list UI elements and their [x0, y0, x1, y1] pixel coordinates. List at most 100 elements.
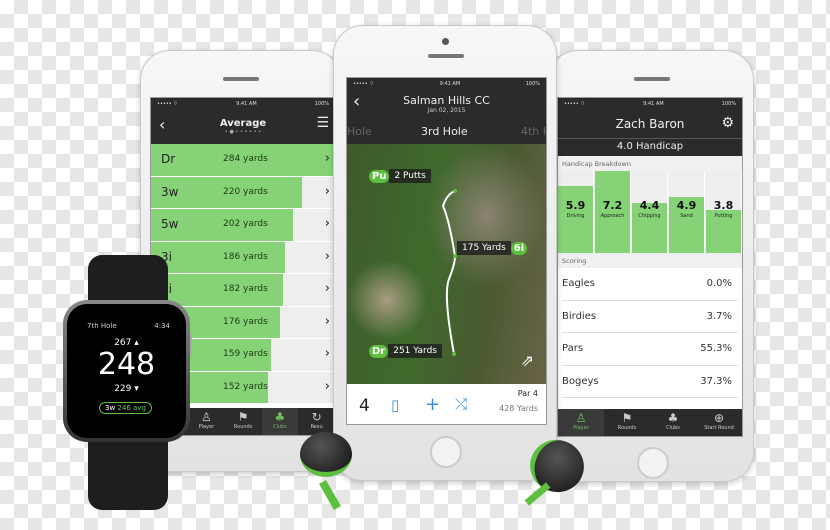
tab-label: Rounds: [617, 425, 637, 431]
next-hole[interactable]: 4th H: [521, 125, 546, 138]
scoring-label: Eagles: [562, 278, 595, 290]
tab-clubs[interactable]: ♣ Clubs: [261, 408, 299, 435]
gear-icon[interactable]: ⚙: [721, 115, 734, 131]
club-label: 5w: [161, 217, 179, 231]
breakdown-label: Putting: [714, 213, 733, 219]
chevron-right-icon: ›: [324, 183, 330, 199]
menu-icon[interactable]: ☰: [316, 115, 329, 131]
watch-hole: 7th Hole: [87, 322, 117, 330]
sensor-right-screw: [524, 482, 551, 506]
header: Zach Baron ⚙: [558, 109, 742, 139]
person-icon: ♙: [200, 410, 212, 424]
shuffle-icon[interactable]: ⤮: [455, 395, 467, 413]
tab-rounds[interactable]: ⚑ Rounds: [225, 408, 262, 435]
breakdown-value: 5.9: [565, 199, 586, 212]
shot-label: 2 Putts: [389, 169, 431, 183]
battery: 100%: [525, 80, 540, 87]
tab-label: Player: [573, 425, 589, 431]
club-row[interactable]: 3w 220 yards ›: [151, 176, 335, 209]
club-average[interactable]: 3w 246 avg: [99, 402, 152, 414]
chevron-right-icon: ›: [324, 346, 330, 361]
breakdown-chipping: 4.4 Chipping: [632, 171, 668, 253]
speaker: [428, 54, 464, 58]
home-button[interactable]: [430, 436, 462, 468]
shot-label: 175 Yards: [457, 241, 511, 255]
breakdown-sand: 4.9 Sand: [669, 171, 705, 253]
tab-player[interactable]: ♙ Player: [188, 408, 225, 435]
status-bar: ••••• ⌔ 9:41 AM 100%: [558, 98, 742, 109]
club-yards: 202 yards: [223, 219, 268, 229]
breakdown-value: 7.2: [602, 199, 623, 212]
avg: 246 avg: [117, 404, 146, 412]
sensor-left: [300, 432, 352, 477]
scorecard-icon[interactable]: ▯: [391, 396, 399, 414]
min-value: 229: [114, 384, 132, 394]
battery: 100%: [721, 100, 736, 107]
prev-hole[interactable]: Hole: [347, 125, 372, 138]
tab-label: Rounds: [233, 424, 253, 430]
club-yards: 220 yards: [223, 186, 268, 197]
handicap-breakdown: 5.9 Driving 7.2 Approach 4.4 Chipping 4.9 Sand 3…: [558, 171, 742, 253]
shot-marker[interactable]: 175 Yards 6i: [457, 241, 528, 255]
scoring-value: 37.3%: [700, 375, 732, 387]
chevron-right-icon: ›: [324, 248, 330, 264]
club-row[interactable]: 3i 186 yards ›: [151, 241, 335, 274]
tab-label: Start Round: [704, 425, 734, 431]
shot-label: 251 Yards: [388, 344, 442, 358]
back-icon[interactable]: ‹: [353, 91, 360, 112]
chevron-right-icon: ›: [324, 216, 330, 231]
breakdown-putting: 3.8 Putting: [706, 171, 742, 253]
flag-icon: ⚑: [237, 410, 249, 424]
status-bar: ••••• ⌔ 9:41 AM 100%: [151, 98, 335, 109]
club-row[interactable]: Dr 284 yards ›: [151, 144, 335, 177]
home-button[interactable]: [637, 447, 669, 479]
scoring-label: Birdies: [562, 310, 597, 322]
chevron-right-icon: ›: [324, 151, 330, 166]
shot-marker[interactable]: Dr 251 Yards: [369, 344, 442, 358]
plus-circle-icon: ⊕: [713, 411, 725, 425]
plus-icon[interactable]: +: [425, 394, 440, 415]
club-row[interactable]: 4i182 yards›: [151, 274, 335, 307]
back-icon[interactable]: ‹: [159, 115, 165, 134]
course-map[interactable]: Pu 2 Putts 175 Yards 6i Dr 251 Yards ⇗: [347, 144, 546, 384]
current-hole: 3rd Hole: [421, 125, 468, 138]
tab-player[interactable]: ♙ Player: [558, 409, 604, 436]
breakdown-driving: 5.9 Driving: [558, 171, 594, 253]
center-distance: 248: [97, 347, 156, 382]
tab-label: Clubs: [272, 424, 287, 430]
club: 3w: [105, 404, 116, 412]
scoring-row[interactable]: Birdies 3.7%: [562, 301, 738, 333]
time: 9:41 AM: [236, 100, 257, 107]
breakdown-label: Chipping: [638, 213, 661, 219]
watch-screen: 7th Hole 4:34 267 ▴ 248 229 ▾ 3w 246 avg: [67, 304, 186, 438]
signal: ••••• ⌔: [157, 100, 179, 107]
scoring-row[interactable]: Bogeys 37.3%: [562, 366, 738, 398]
breakdown-label: Approach: [600, 213, 625, 219]
club-row[interactable]: 5w 202 yards ›: [151, 209, 335, 242]
shot-marker[interactable]: Pu 2 Putts: [369, 169, 431, 183]
club-yards: 152 yards: [223, 381, 268, 392]
scoring-row[interactable]: Pars 55.3%: [562, 333, 738, 366]
breakdown-label: Driving: [566, 213, 585, 219]
speaker: [634, 77, 670, 81]
sprout-icon: ♣: [274, 410, 286, 424]
tab-clubs[interactable]: ♣ Clubs: [650, 409, 696, 436]
camera: [442, 38, 449, 45]
share-icon[interactable]: ⇗: [521, 351, 534, 370]
min-distance: 229 ▾: [114, 384, 139, 394]
stroke-count: 4: [359, 396, 370, 416]
speaker: [223, 77, 259, 81]
hole-selector: Hole 3rd Hole 4th H: [347, 119, 546, 144]
breakdown-value: 4.4: [639, 199, 660, 212]
scoring-value: 3.7%: [706, 310, 732, 322]
tab-label: Resu: [310, 424, 323, 430]
signal: ••••• ⌔: [564, 100, 586, 107]
time: 9:41 AM: [439, 80, 461, 87]
tab-start-round[interactable]: ⊕ Start Round: [696, 409, 742, 436]
header: ‹ Salman Hills CC Jan 02, 2015: [347, 89, 546, 119]
header: ‹ Average • ● • • • • • • ☰: [151, 109, 335, 144]
scoring-row[interactable]: Eagles 0.0%: [562, 268, 738, 301]
breakdown-label: Sand: [680, 213, 693, 219]
tab-results[interactable]: ↻ Resu: [298, 408, 335, 435]
tab-rounds[interactable]: ⚑ Rounds: [604, 409, 650, 436]
